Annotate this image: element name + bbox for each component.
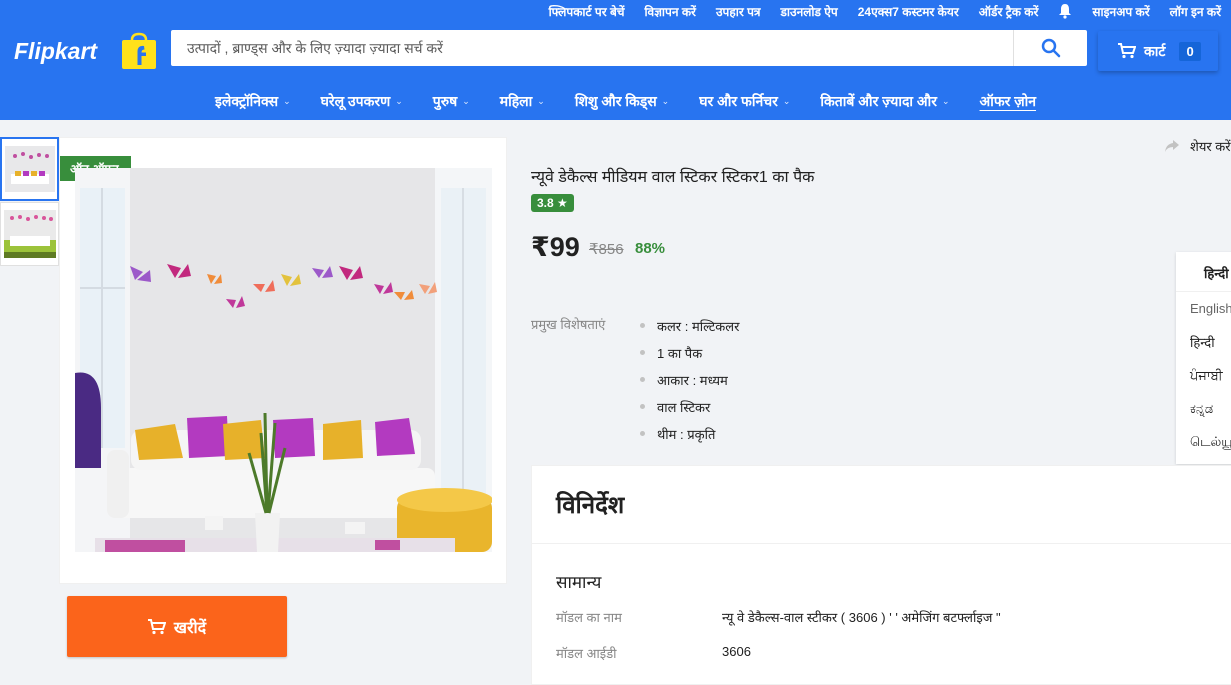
search-button[interactable] [1013, 30, 1087, 66]
highlight-item: 1 का पैक [640, 339, 739, 366]
general-section-title: सामान्य [556, 573, 602, 592]
star-icon: ★ [557, 196, 568, 210]
header: फ्लिपकार्ट पर बेचें विज्ञापन करें उपहार … [0, 0, 1231, 120]
chevron-down-icon: ⌄ [537, 95, 545, 106]
product-image[interactable] [75, 168, 492, 552]
product-title: न्यूवे डेकैल्स मीडियम वाल स्टिकर स्टिकर1… [531, 169, 815, 186]
cart-icon [1118, 43, 1136, 59]
nav-label: ऑफर ज़ोन [979, 92, 1037, 109]
search-input[interactable] [171, 30, 1013, 66]
search-icon [1041, 38, 1060, 58]
highlight-item: कलर : मल्टिकलर [640, 312, 739, 339]
original-price: ₹856 [589, 241, 624, 258]
specifications-heading: विनिर्देश [532, 466, 1231, 544]
share-button[interactable]: शेयर करें [1164, 137, 1231, 155]
specifications-panel: विनिर्देश सामान्य मॉडल का नाम न्यू वे डे… [531, 465, 1231, 685]
chevron-down-icon: ⌄ [782, 95, 791, 106]
language-option-punjabi[interactable]: ਪੰਜਾਬੀ [1176, 359, 1231, 393]
buy-now-button[interactable]: खरीदें [67, 596, 287, 657]
nav-label: महिला [499, 92, 533, 109]
track-order-link[interactable]: ऑर्डर ट्रैक करें [979, 3, 1039, 20]
chevron-down-icon: ⌄ [395, 95, 403, 106]
nav-appliances[interactable]: घरेलू उपकरण ⌄ [321, 92, 403, 111]
spec-row: मॉडल का नाम न्यू वे डेकैल्स-वाल स्टीकर (… [556, 608, 1001, 626]
chevron-down-icon: ⌄ [283, 95, 291, 106]
thumbnail-2[interactable] [0, 202, 59, 266]
cart-count: 0 [1179, 41, 1201, 61]
cart-icon [147, 618, 166, 634]
category-nav: इलेक्ट्रॉनिक्स ⌄ घरेलू उपकरण ⌄ पुरुष ⌄ महिल… [0, 84, 1231, 118]
nav-label: घर और फर्निचर [699, 92, 778, 109]
flipkart-logo[interactable]: Flipkart [14, 38, 97, 65]
nav-label: किताबें और ज़्यादा और [820, 92, 937, 109]
advertise-link[interactable]: विज्ञापन करें [644, 3, 696, 20]
buy-label: खरीदें [173, 619, 207, 637]
chevron-down-icon: ⌄ [462, 95, 470, 106]
chevron-down-icon: ⌄ [661, 95, 670, 106]
spec-value: न्यू वे डेकैल्स-वाल स्टीकर ( 3606 ) ' ' … [722, 610, 1001, 625]
nav-electronics[interactable]: इलेक्ट्रॉनिक्स ⌄ [215, 92, 291, 111]
customer-care-link[interactable]: 24एक्स7 कस्टमर केयर [858, 3, 959, 20]
login-link[interactable]: लॉग इन करें [1170, 3, 1221, 20]
highlight-item: थीम : प्रकृति [640, 420, 739, 447]
search-bar [171, 30, 1087, 66]
share-icon [1165, 140, 1179, 152]
nav-baby-kids[interactable]: शिशु और किड्स ⌄ [575, 92, 669, 111]
nav-label: इलेक्ट्रॉनिक्स [214, 92, 279, 109]
gift-card-link[interactable]: उपहार पत्र [716, 3, 761, 20]
nav-women[interactable]: महिला ⌄ [500, 92, 545, 111]
current-language[interactable]: हिन्दी [1176, 252, 1231, 292]
language-option-kannada[interactable]: ಕನ್ನಡ [1176, 393, 1231, 427]
signup-link[interactable]: साइनअप करें [1092, 3, 1149, 20]
cart-button[interactable]: कार्ट 0 [1098, 31, 1218, 71]
nav-label: पुरुष [432, 92, 458, 109]
spec-row: मॉडल आईडी 3606 [556, 644, 751, 662]
highlights-list: कलर : मल्टिकलर 1 का पैक आकार : मध्यम वाल… [640, 312, 739, 447]
spec-key: मॉडल आईडी [556, 646, 617, 661]
nav-offer-zone[interactable]: ऑफर ज़ोन [980, 92, 1037, 111]
highlight-item: वाल स्टिकर [640, 393, 739, 420]
discount-percent: 88% [635, 240, 666, 257]
highlight-item: आकार : मध्यम [640, 366, 739, 393]
rating-value: 3.8 [537, 196, 554, 210]
cart-label: कार्ट [1144, 42, 1166, 59]
nav-books-more[interactable]: किताबें और ज़्यादा और ⌄ [820, 92, 949, 111]
logo-bag-icon[interactable] [120, 32, 158, 70]
nav-label: घरेलू उपकरण [320, 92, 391, 109]
product-image-panel: ऑन ऑफर [59, 137, 507, 584]
share-label: शेयर करें [1190, 139, 1231, 154]
bell-icon[interactable] [1058, 3, 1072, 19]
spec-value: 3606 [722, 644, 751, 659]
nav-label: शिशु और किड्स [574, 92, 657, 109]
download-app-link[interactable]: डाउनलोड ऐप [781, 3, 838, 20]
language-selector: हिन्दी English हिन्दी ਪੰਜਾਬੀ ಕನ್ನಡ டெல்ய… [1176, 252, 1231, 464]
nav-home-furniture[interactable]: घर और फर्निचर ⌄ [699, 92, 790, 111]
top-links: फ्लिपकार्ट पर बेचें विज्ञापन करें उपहार … [539, 0, 1231, 22]
spec-key: मॉडल का नाम [556, 610, 622, 625]
rating-badge: 3.8 ★ [531, 194, 574, 212]
highlights-label: प्रमुख विशेषताएं [531, 317, 606, 332]
chevron-down-icon: ⌄ [941, 95, 950, 106]
language-option-hindi[interactable]: हिन्दी [1176, 326, 1231, 360]
thumbnail-1[interactable] [0, 137, 59, 201]
sell-link[interactable]: फ्लिपकार्ट पर बेचें [549, 3, 625, 20]
price: ₹99 [531, 232, 580, 262]
language-option-tamil[interactable]: டெல்யூ [1176, 426, 1231, 460]
language-option-english[interactable]: English [1176, 292, 1231, 326]
nav-men[interactable]: पुरुष ⌄ [433, 92, 470, 111]
thumbnail-list [0, 137, 59, 267]
